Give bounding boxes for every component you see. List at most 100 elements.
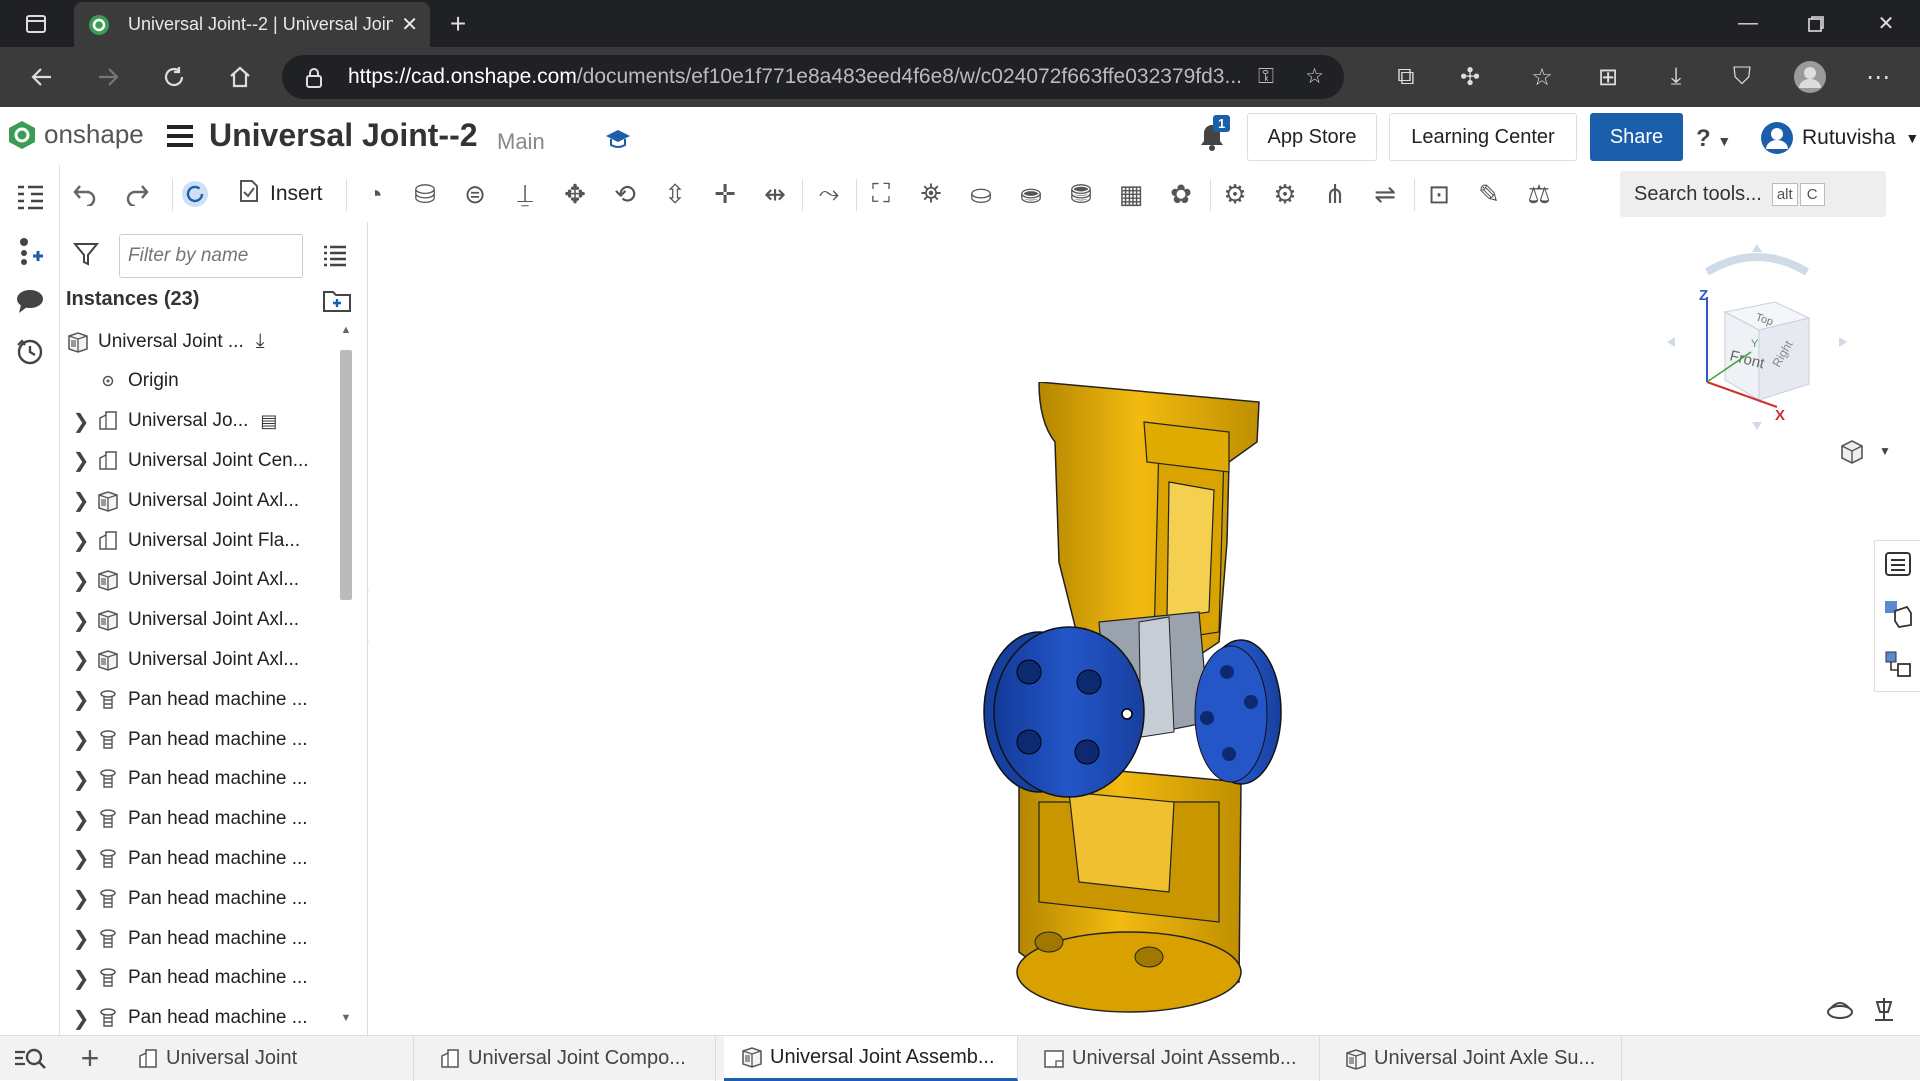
- filter-icon[interactable]: [72, 240, 100, 268]
- instance-row[interactable]: Universal Joint ... ⤓: [60, 322, 336, 361]
- scroll-up-icon[interactable]: ▲: [340, 324, 352, 336]
- back-icon[interactable]: [22, 57, 62, 97]
- instance-row[interactable]: ❯ Universal Joint Axl...: [60, 561, 336, 600]
- filter-by-name-input[interactable]: [119, 234, 303, 278]
- expand-chevron-icon[interactable]: ❯: [66, 647, 96, 672]
- expand-chevron-icon[interactable]: ❯: [66, 608, 96, 633]
- gear-relation-icon[interactable]: ⛀: [962, 175, 1000, 213]
- forward-icon[interactable]: [88, 57, 128, 97]
- expand-chevron-icon[interactable]: ❯: [66, 488, 96, 513]
- instance-row[interactable]: Origin: [60, 362, 336, 401]
- minimize-icon[interactable]: —: [1720, 0, 1776, 47]
- help-menu[interactable]: ? ▼: [1696, 125, 1731, 153]
- view-orientation-chevron-icon[interactable]: ▼: [1879, 444, 1891, 458]
- rack-pinion-icon[interactable]: ⛂: [1012, 175, 1050, 213]
- close-window-icon[interactable]: ✕: [1858, 0, 1914, 47]
- expand-chevron-icon[interactable]: ❯: [66, 409, 96, 434]
- expand-chevron-icon[interactable]: ❯: [66, 687, 96, 712]
- browser-extension-icon[interactable]: ⧉: [1386, 57, 1426, 97]
- instance-row[interactable]: ❯ Pan head machine ...: [60, 999, 336, 1032]
- hamburger-menu-icon[interactable]: [167, 125, 193, 147]
- graphics-viewport[interactable]: Top Front Right Z X Y ▼: [369, 222, 1893, 1035]
- maximize-icon[interactable]: [1788, 0, 1844, 47]
- onshape-logo[interactable]: onshape: [8, 119, 144, 150]
- instance-row[interactable]: ❯ Universal Joint Cen...: [60, 441, 336, 480]
- instance-row[interactable]: ❯ Universal Jo... ▤: [60, 402, 336, 441]
- revolute-mate-icon[interactable]: ⛁: [406, 175, 444, 213]
- graduation-cap-icon[interactable]: [604, 127, 632, 151]
- version-history-icon[interactable]: [12, 333, 48, 369]
- home-icon[interactable]: [220, 57, 260, 97]
- mass-properties-icon[interactable]: ⚖: [1520, 175, 1558, 213]
- instance-row[interactable]: ❯ Pan head machine ...: [60, 720, 336, 759]
- expand-chevron-icon[interactable]: ❯: [66, 807, 96, 832]
- add-tab-icon[interactable]: +: [70, 1036, 110, 1081]
- planar-mate-icon[interactable]: ✥: [556, 175, 594, 213]
- password-key-icon[interactable]: ⚿: [1258, 65, 1274, 89]
- tab-search-icon[interactable]: [0, 1036, 60, 1081]
- mate-connector-icon[interactable]: [12, 233, 48, 269]
- extensions-puzzle-icon[interactable]: ✣: [1450, 57, 1490, 97]
- bill-of-materials-icon[interactable]: ✎: [1470, 175, 1508, 213]
- instance-row[interactable]: ❯ Pan head machine ...: [60, 839, 336, 878]
- view-cube[interactable]: Top Front Right Z X Y: [1667, 242, 1847, 442]
- regenerate-icon[interactable]: [176, 175, 214, 213]
- display-mode-icon[interactable]: [1825, 994, 1855, 1024]
- instance-row[interactable]: ❯ Universal Joint Axl...: [60, 640, 336, 679]
- tab-actions-icon[interactable]: [8, 0, 64, 47]
- expand-chevron-icon[interactable]: ❯: [66, 767, 96, 792]
- instance-row[interactable]: ❯ Pan head machine ...: [60, 919, 336, 958]
- redo-icon[interactable]: [118, 175, 156, 213]
- fastened-mate-icon[interactable]: ◔: [356, 175, 394, 213]
- document-tab[interactable]: Universal Joint Assemb...: [724, 1036, 1018, 1081]
- mate-features-panel-icon[interactable]: [1883, 649, 1913, 679]
- explode-icon[interactable]: ⚙: [1266, 175, 1304, 213]
- expand-chevron-icon[interactable]: ❯: [66, 1006, 96, 1031]
- url-field[interactable]: https://cad.onshape.com/documents/ef10e1…: [282, 55, 1344, 99]
- rotate-down-icon[interactable]: [1752, 422, 1762, 430]
- instance-row[interactable]: ❯ Universal Joint Fla...: [60, 521, 336, 560]
- expand-chevron-icon[interactable]: ❯: [66, 926, 96, 951]
- rotate-right-icon[interactable]: [1839, 337, 1847, 347]
- simulation-icon[interactable]: ⇌: [1366, 175, 1404, 213]
- notifications-bell-icon[interactable]: 1: [1197, 115, 1233, 157]
- tree-scrollbar[interactable]: ▲ ▼: [336, 322, 356, 1027]
- new-tab-icon[interactable]: +: [430, 0, 486, 47]
- cylindrical-mate-icon[interactable]: ⍊: [506, 175, 544, 213]
- document-title[interactable]: Universal Joint--2: [209, 117, 478, 154]
- document-tab[interactable]: Universal Joint Axle Su...: [1328, 1036, 1622, 1081]
- screw-relation-icon[interactable]: ⛃: [1062, 175, 1100, 213]
- instance-row[interactable]: ❯ Pan head machine ...: [60, 760, 336, 799]
- list-view-icon[interactable]: [322, 242, 348, 268]
- undo-icon[interactable]: [66, 175, 104, 213]
- comments-icon[interactable]: [12, 283, 48, 319]
- section-view-icon[interactable]: [1869, 994, 1899, 1024]
- replicate-icon[interactable]: ✿: [1162, 175, 1200, 213]
- share-button[interactable]: Share: [1590, 113, 1683, 161]
- rotate-left-icon[interactable]: [1667, 337, 1675, 347]
- universal-joint-model[interactable]: [969, 382, 1329, 1022]
- relations-icon[interactable]: ⛯: [912, 175, 950, 213]
- pin-slot-mate-icon[interactable]: ⇳: [656, 175, 694, 213]
- linear-relation-icon[interactable]: ▦: [1112, 175, 1150, 213]
- user-menu[interactable]: Rutuvisha ▼: [1760, 121, 1919, 155]
- scroll-down-icon[interactable]: ▼: [340, 1012, 352, 1024]
- instance-row[interactable]: ❯ Pan head machine ...: [60, 680, 336, 719]
- browser-essentials-icon[interactable]: ⛉: [1722, 57, 1762, 97]
- collections-icon[interactable]: ⊞: [1588, 57, 1628, 97]
- rotate-up-icon[interactable]: [1752, 244, 1762, 252]
- close-tab-icon[interactable]: ✕: [401, 12, 418, 37]
- expand-chevron-icon[interactable]: ❯: [66, 568, 96, 593]
- more-options-icon[interactable]: ⋯: [1858, 57, 1898, 97]
- instance-row[interactable]: ❯ Universal Joint Axl...: [60, 481, 336, 520]
- expand-chevron-icon[interactable]: ❯: [66, 528, 96, 553]
- document-tab[interactable]: Universal Joint: [120, 1036, 414, 1081]
- browser-tab[interactable]: Universal Joint--2 | Universal Join ✕: [74, 2, 430, 47]
- pattern-icon[interactable]: ⚙: [1216, 175, 1254, 213]
- instance-row[interactable]: ❯ Pan head machine ...: [60, 800, 336, 839]
- instance-row[interactable]: ❯ Pan head machine ...: [60, 879, 336, 918]
- new-folder-icon[interactable]: [322, 286, 352, 314]
- lock-icon[interactable]: [304, 67, 324, 89]
- expand-chevron-icon[interactable]: ❯: [66, 727, 96, 752]
- document-tab[interactable]: Universal Joint Assemb...: [1026, 1036, 1320, 1081]
